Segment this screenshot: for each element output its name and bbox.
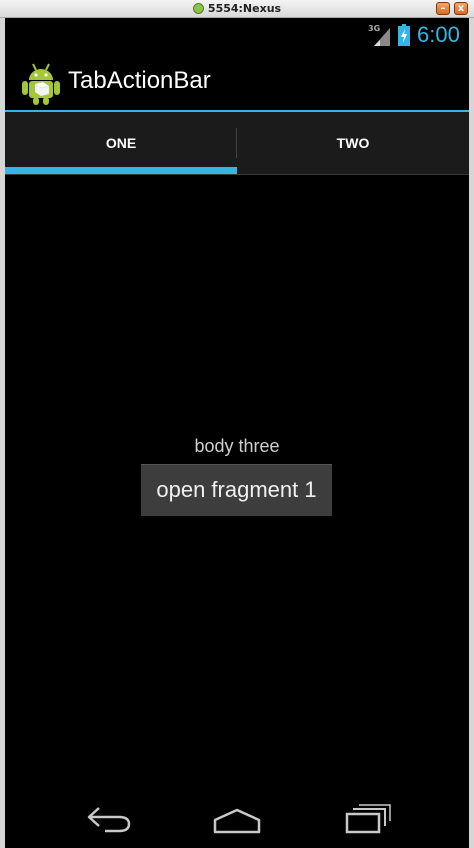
android-robot-icon[interactable] [21, 62, 61, 106]
back-icon[interactable] [77, 798, 137, 838]
signal-icon [374, 28, 390, 46]
home-icon[interactable] [207, 798, 267, 838]
window-title-text: 5554:Nexus [207, 2, 282, 15]
emulator-app-icon [192, 3, 204, 14]
minimize-button[interactable]: – [436, 2, 450, 15]
window-titlebar: 5554:Nexus – x [0, 0, 474, 18]
recent-apps-icon[interactable] [337, 798, 397, 838]
selected-tab-indicator [5, 167, 237, 174]
battery-charging-icon [398, 24, 410, 46]
open-fragment-button[interactable]: open fragment 1 [141, 464, 332, 516]
navigation-bar [5, 788, 469, 848]
body-text: body three [194, 436, 280, 456]
window-title: 5554:Nexus [0, 2, 474, 15]
close-button[interactable]: x [454, 2, 468, 15]
status-bar: 3G 6:00 [5, 18, 469, 54]
action-bar: TabActionBar [5, 54, 469, 110]
status-clock: 6:00 [417, 22, 460, 47]
app-title: TabActionBar [68, 67, 211, 94]
device-screen: 3G 6:00 TabActionBar ONE TWO body three … [5, 18, 469, 848]
tab-one[interactable]: ONE [5, 112, 237, 174]
tab-two[interactable]: TWO [237, 112, 469, 174]
tab-bar: ONE TWO [5, 112, 469, 175]
